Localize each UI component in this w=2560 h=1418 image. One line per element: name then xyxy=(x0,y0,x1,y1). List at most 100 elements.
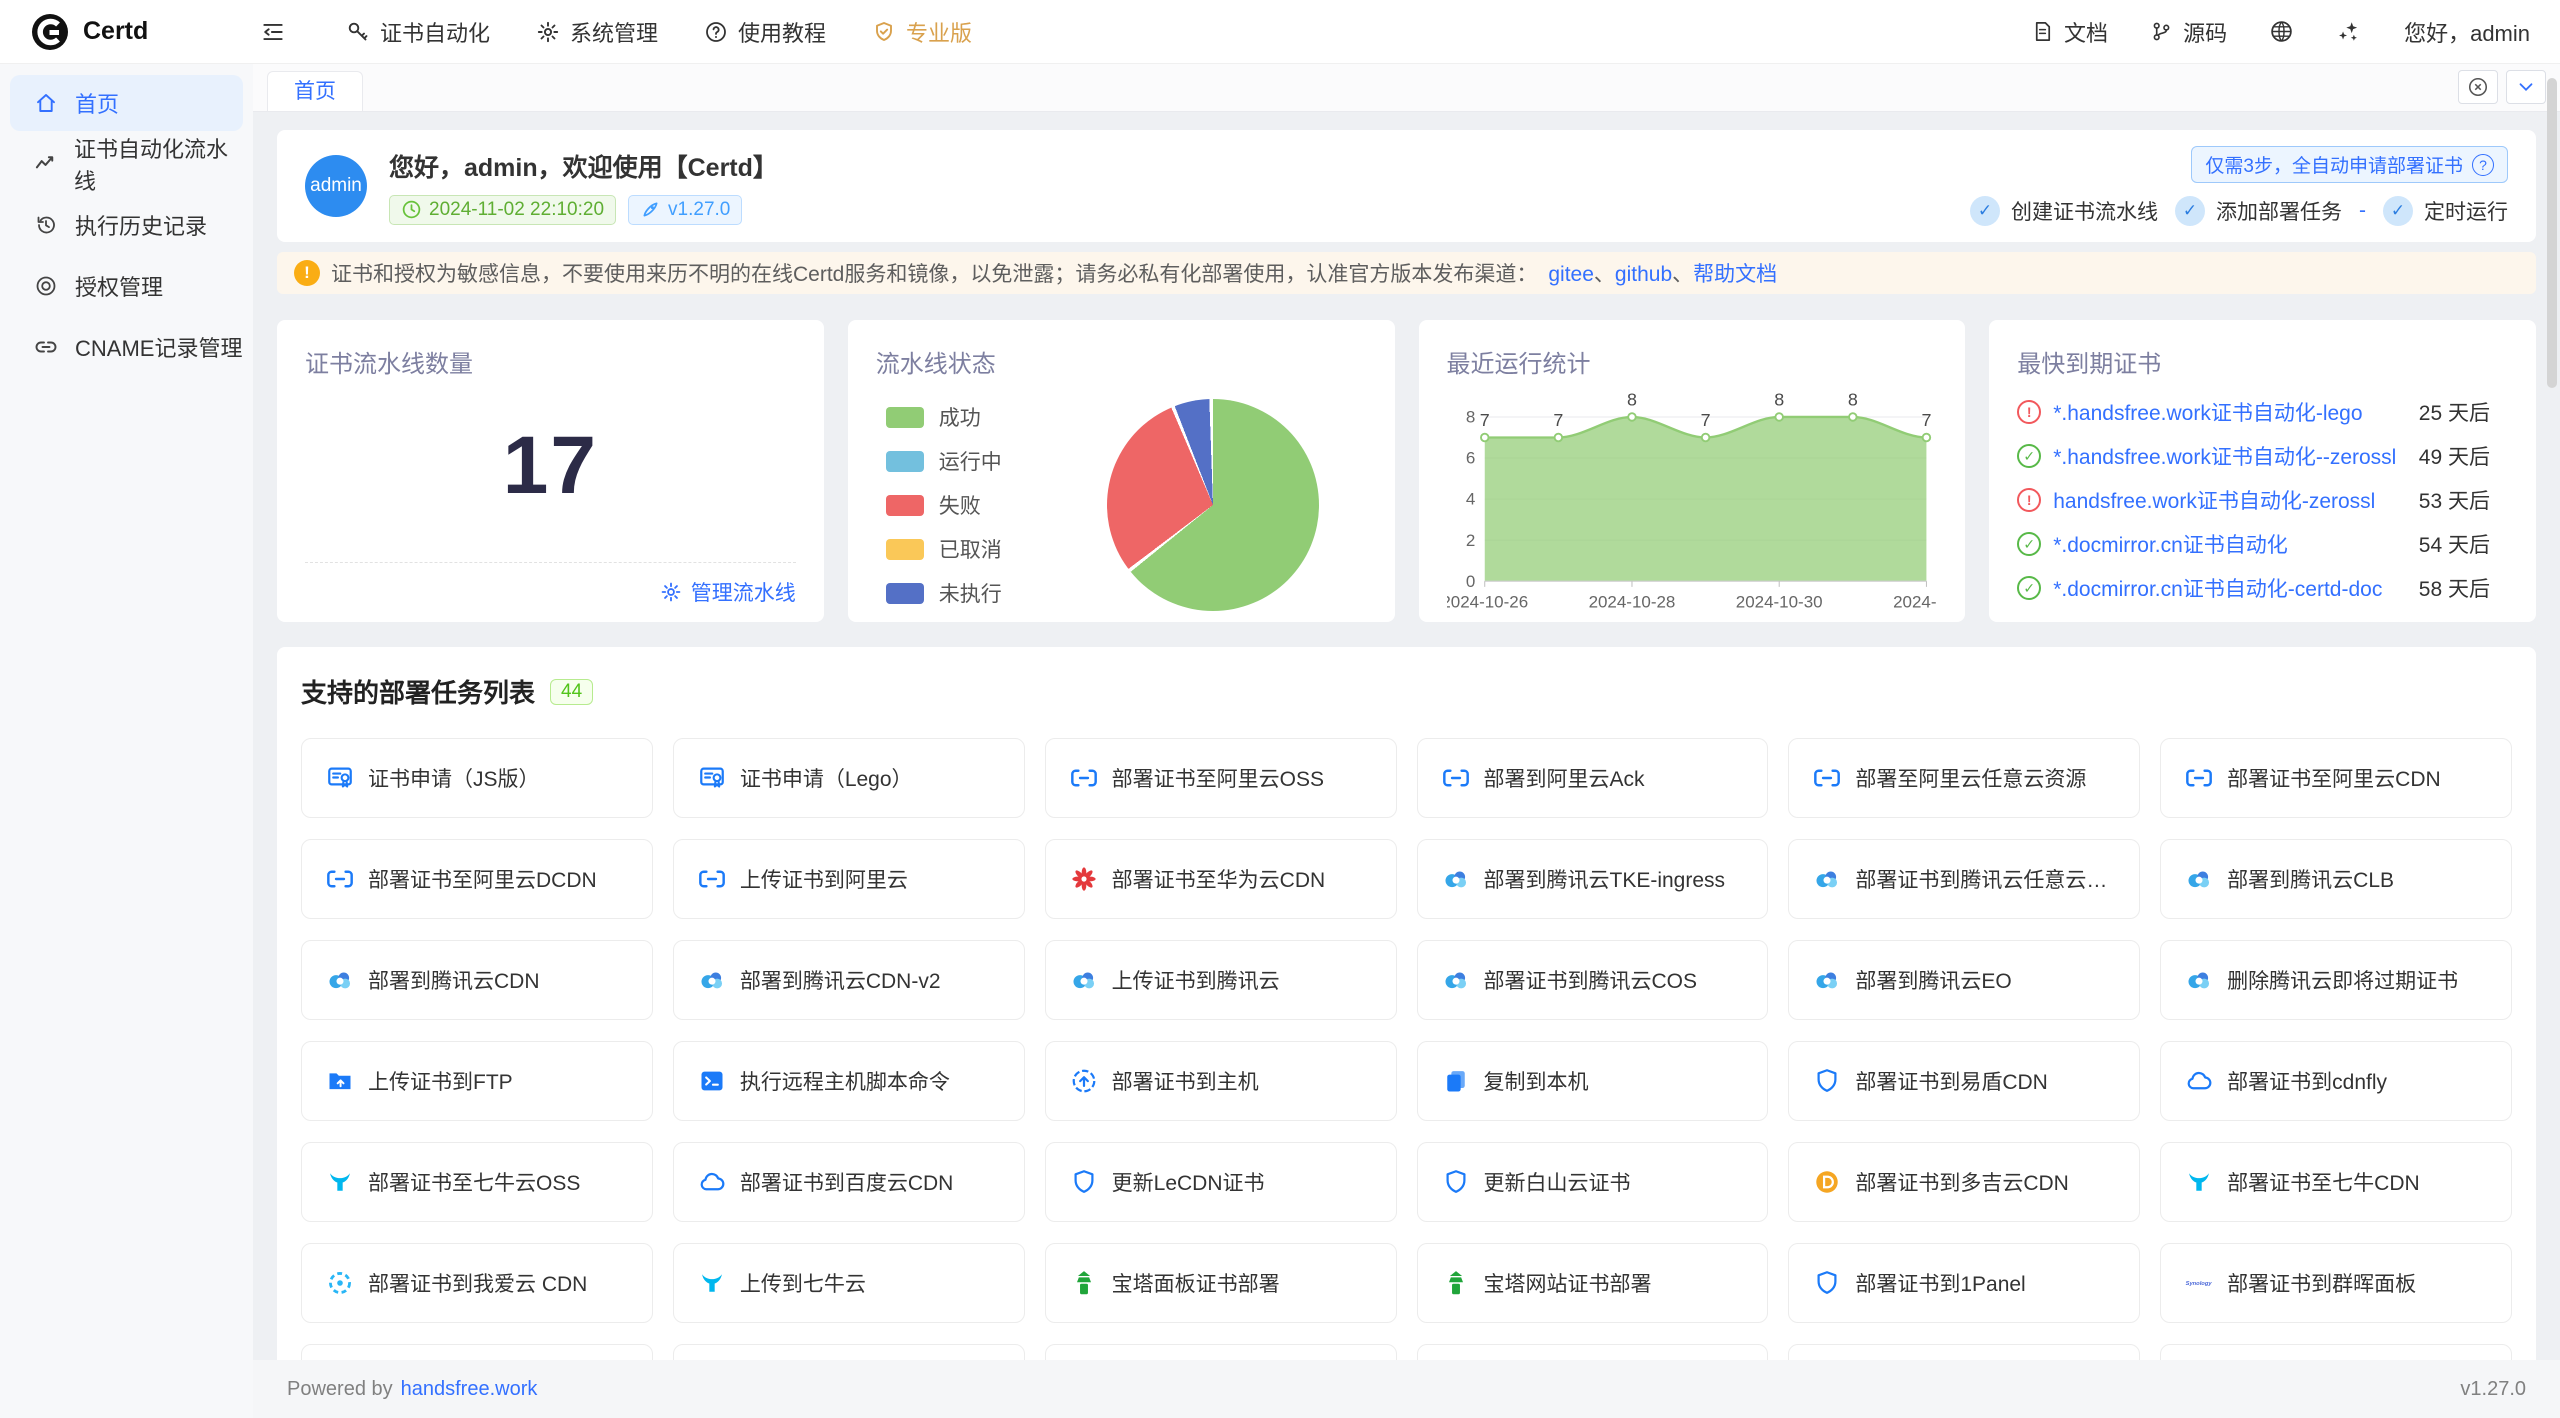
task-card[interactable]: 执行远程主机脚本命令 xyxy=(673,1041,1025,1121)
svg-text:7: 7 xyxy=(1921,410,1931,430)
task-card[interactable]: 部署证书至阿里云DCDN xyxy=(301,839,653,919)
task-card[interactable]: 部署到腾讯云EO xyxy=(1788,940,2140,1020)
task-card[interactable]: 部署证书至七牛CDN xyxy=(2160,1142,2512,1222)
task-card-partial[interactable] xyxy=(1045,1344,1397,1360)
sidebar-item-1[interactable]: 首页 xyxy=(10,75,243,131)
task-card[interactable]: 部署证书到易盾CDN xyxy=(1788,1041,2140,1121)
terminal-icon xyxy=(698,1067,726,1095)
nav-menu-2[interactable]: 系统管理 xyxy=(536,16,658,48)
cert-link[interactable]: *.docmirror.cn证书自动化-certd-doc xyxy=(2053,573,2407,603)
question-icon xyxy=(704,20,728,44)
scrollbar-thumb[interactable] xyxy=(2547,78,2557,388)
aliyun-icon xyxy=(2185,764,2213,792)
cert-link[interactable]: *.handsfree.work证书自动化--zerossl xyxy=(2053,441,2407,471)
task-card[interactable]: 宝塔面板证书部署 xyxy=(1045,1243,1397,1323)
nav-link-1[interactable]: 文档 xyxy=(2031,16,2108,48)
task-card[interactable]: 更新LeCDN证书 xyxy=(1045,1142,1397,1222)
task-card[interactable]: 部署证书至阿里云OSS xyxy=(1045,738,1397,818)
avatar[interactable]: admin xyxy=(305,155,367,217)
user-greeting[interactable]: 您好，admin xyxy=(2404,16,2530,48)
task-card[interactable]: Synology部署证书到群晖面板 xyxy=(2160,1243,2512,1323)
task-card[interactable]: 复制到本机 xyxy=(1417,1041,1769,1121)
expiring-cert-row-3: ! handsfree.work证书自动化-zerossl 53 天后 xyxy=(2017,485,2508,515)
task-card[interactable]: 部署证书到我爱云 CDN xyxy=(301,1243,653,1323)
globe-icon[interactable] xyxy=(2269,19,2294,44)
task-card[interactable]: 部署证书到cdnfly xyxy=(2160,1041,2512,1121)
nav-link-2[interactable]: 源码 xyxy=(2150,16,2227,48)
task-card[interactable]: 上传证书到腾讯云 xyxy=(1045,940,1397,1020)
task-card[interactable]: 部署证书到百度云CDN xyxy=(673,1142,1025,1222)
notice-link-gitee[interactable]: gitee xyxy=(1548,263,1594,286)
task-card[interactable]: 证书申请（Lego） xyxy=(673,738,1025,818)
task-card[interactable]: 部署到腾讯云CDN-v2 xyxy=(673,940,1025,1020)
key-icon xyxy=(346,20,370,44)
task-card-partial[interactable] xyxy=(1417,1344,1769,1360)
task-card[interactable]: 删除腾讯云即将过期证书 xyxy=(2160,940,2512,1020)
tasks-title: 支持的部署任务列表 xyxy=(301,673,535,710)
task-card[interactable]: 部署证书至华为云CDN xyxy=(1045,839,1397,919)
task-card[interactable]: 上传到七牛云 xyxy=(673,1243,1025,1323)
tab-home[interactable]: 首页 xyxy=(267,71,363,111)
handsfree-link[interactable]: handsfree.work xyxy=(401,1378,538,1401)
task-card-partial[interactable] xyxy=(1788,1344,2140,1360)
sparkles-icon[interactable] xyxy=(2336,19,2362,45)
nav-menu-1[interactable]: 证书自动化 xyxy=(346,16,490,48)
check-icon: ✓ xyxy=(2175,196,2205,226)
menu-fold-icon[interactable] xyxy=(260,19,286,45)
task-grid: 证书申请（JS版）证书申请（Lego）部署证书至阿里云OSS部署到阿里云Ack部… xyxy=(301,738,2512,1360)
close-tabs-button[interactable] xyxy=(2458,70,2498,104)
task-card[interactable]: 部署证书至阿里云CDN xyxy=(2160,738,2512,818)
nav-menu-3[interactable]: 使用教程 xyxy=(704,16,826,48)
cert-icon xyxy=(698,764,726,792)
time-badge: 2024-11-02 22:10:20 xyxy=(389,195,616,225)
task-card-partial[interactable] xyxy=(673,1344,1025,1360)
task-card[interactable]: 更新白山云证书 xyxy=(1417,1142,1769,1222)
task-card[interactable]: 部署到腾讯云CDN xyxy=(301,940,653,1020)
task-card[interactable]: 上传证书到阿里云 xyxy=(673,839,1025,919)
sidebar-item-5[interactable]: CNAME记录管理 xyxy=(10,319,243,375)
cert-link[interactable]: *.handsfree.work证书自动化-lego xyxy=(2053,397,2407,427)
cloud-icon xyxy=(2185,1067,2213,1095)
legend-item-5[interactable]: 未执行 xyxy=(886,578,1002,608)
notice-link-帮助文档[interactable]: 帮助文档 xyxy=(1693,263,1777,286)
manage-pipelines-link[interactable]: 管理流水线 xyxy=(660,577,796,607)
task-card[interactable]: 部署证书到1Panel xyxy=(1788,1243,2140,1323)
tab-menu-button[interactable] xyxy=(2506,70,2546,104)
cert-link[interactable]: handsfree.work证书自动化-zerossl xyxy=(2053,485,2407,515)
security-notice: ! 证书和授权为敏感信息，不要使用来历不明的在线Certd服务和镜像，以免泄露；… xyxy=(277,252,2536,294)
expiring-cert-row-1: ! *.handsfree.work证书自动化-lego 25 天后 xyxy=(2017,397,2508,427)
tasks-count-badge: 44 xyxy=(550,679,593,705)
tencent-icon xyxy=(1442,865,1470,893)
task-card[interactable]: 证书申请（JS版） xyxy=(301,738,653,818)
task-card-partial[interactable] xyxy=(301,1344,653,1360)
task-card[interactable]: 部署到腾讯云CLB xyxy=(2160,839,2512,919)
sidebar-item-2[interactable]: 证书自动化流水线 xyxy=(10,136,243,192)
cert-link[interactable]: *.docmirror.cn证书自动化 xyxy=(2053,529,2407,559)
app-logo[interactable]: Certd xyxy=(30,12,230,52)
sidebar-item-4[interactable]: 授权管理 xyxy=(10,258,243,314)
task-card[interactable]: 部署到阿里云Ack xyxy=(1417,738,1769,818)
sidebar-item-3[interactable]: 执行历史记录 xyxy=(10,197,243,253)
task-card[interactable]: 上传证书到FTP xyxy=(301,1041,653,1121)
legend-item-1[interactable]: 成功 xyxy=(886,402,1002,432)
doge-icon xyxy=(1813,1168,1841,1196)
notice-link-github[interactable]: github xyxy=(1615,263,1672,286)
guide-badge[interactable]: 仅需3步，全自动申请部署证书 ? xyxy=(2191,146,2508,183)
branch-icon xyxy=(2150,20,2173,43)
legend-item-3[interactable]: 失败 xyxy=(886,490,1002,520)
task-card[interactable]: 宝塔网站证书部署 xyxy=(1417,1243,1769,1323)
svg-text:8: 8 xyxy=(1774,390,1784,410)
task-card[interactable]: 部署证书到腾讯云任意云资源 xyxy=(1788,839,2140,919)
task-card[interactable]: 部署证书到主机 xyxy=(1045,1041,1397,1121)
legend-item-4[interactable]: 已取消 xyxy=(886,534,1002,564)
setup-step-1: ✓创建证书流水线 xyxy=(1970,196,2158,226)
task-card[interactable]: 部署证书到腾讯云COS xyxy=(1417,940,1769,1020)
task-card[interactable]: 部署证书到多吉云CDN xyxy=(1788,1142,2140,1222)
task-card[interactable]: 部署证书至七牛云OSS xyxy=(301,1142,653,1222)
legend-item-2[interactable]: 运行中 xyxy=(886,446,1002,476)
nav-menu-4[interactable]: 专业版 xyxy=(872,16,972,48)
task-card[interactable]: 部署至阿里云任意云资源 xyxy=(1788,738,2140,818)
task-card-partial[interactable] xyxy=(2160,1344,2512,1360)
svg-text:Synology: Synology xyxy=(2186,1281,2213,1287)
task-card[interactable]: 部署到腾讯云TKE-ingress xyxy=(1417,839,1769,919)
